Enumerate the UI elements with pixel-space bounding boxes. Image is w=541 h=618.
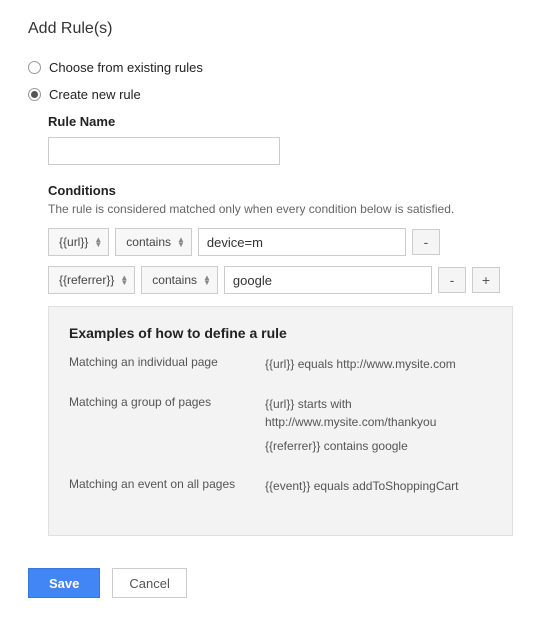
save-button[interactable]: Save: [28, 568, 100, 598]
operator-select-value: contains: [126, 235, 171, 249]
examples-box: Examples of how to define a rule Matchin…: [48, 306, 513, 536]
example-value: {{event}} equals addToShoppingCart: [265, 477, 492, 501]
chevron-updown-icon: ▲▼: [94, 237, 102, 247]
radio-icon: [28, 61, 41, 74]
rule-mode-group: Choose from existing rules Create new ru…: [28, 60, 513, 102]
macro-select-value: {{referrer}}: [59, 273, 114, 287]
example-line: {{url}} starts with http://www.mysite.co…: [265, 395, 492, 431]
example-line: {{referrer}} contains google: [265, 437, 492, 455]
chevron-updown-icon: ▲▼: [120, 275, 128, 285]
conditions-help: The rule is considered matched only when…: [48, 202, 513, 216]
condition-row: {{url}} ▲▼ contains ▲▼ -: [48, 228, 513, 256]
condition-value-input[interactable]: [224, 266, 432, 294]
rule-name-input[interactable]: [48, 137, 280, 165]
operator-select[interactable]: contains ▲▼: [141, 266, 218, 294]
condition-value-input[interactable]: [198, 228, 406, 256]
radio-existing-rules[interactable]: Choose from existing rules: [28, 60, 513, 75]
remove-condition-button[interactable]: -: [438, 267, 466, 293]
examples-title: Examples of how to define a rule: [69, 325, 492, 341]
example-row: Matching an individual page {{url}} equa…: [69, 355, 492, 379]
page-title: Add Rule(s): [28, 20, 513, 38]
chevron-updown-icon: ▲▼: [177, 237, 185, 247]
example-row: Matching an event on all pages {{event}}…: [69, 477, 492, 501]
macro-select[interactable]: {{url}} ▲▼: [48, 228, 109, 256]
example-line: {{url}} equals http://www.mysite.com: [265, 355, 492, 373]
radio-icon: [28, 88, 41, 101]
rule-name-label: Rule Name: [48, 114, 513, 129]
create-rule-section: Rule Name Conditions The rule is conside…: [48, 114, 513, 536]
example-line: {{event}} equals addToShoppingCart: [265, 477, 492, 495]
example-label: Matching an individual page: [69, 355, 249, 379]
example-value: {{url}} equals http://www.mysite.com: [265, 355, 492, 379]
radio-label: Choose from existing rules: [49, 60, 203, 75]
operator-select-value: contains: [152, 273, 197, 287]
macro-select-value: {{url}}: [59, 235, 88, 249]
cancel-button[interactable]: Cancel: [112, 568, 186, 598]
add-condition-button[interactable]: +: [472, 267, 500, 293]
example-value: {{url}} starts with http://www.mysite.co…: [265, 395, 492, 461]
conditions-label: Conditions: [48, 183, 513, 198]
chevron-updown-icon: ▲▼: [203, 275, 211, 285]
radio-label: Create new rule: [49, 87, 141, 102]
example-row: Matching a group of pages {{url}} starts…: [69, 395, 492, 461]
radio-create-new[interactable]: Create new rule: [28, 87, 513, 102]
dialog-actions: Save Cancel: [28, 568, 513, 598]
example-label: Matching a group of pages: [69, 395, 249, 461]
remove-condition-button[interactable]: -: [412, 229, 440, 255]
macro-select[interactable]: {{referrer}} ▲▼: [48, 266, 135, 294]
operator-select[interactable]: contains ▲▼: [115, 228, 192, 256]
condition-row: {{referrer}} ▲▼ contains ▲▼ - +: [48, 266, 513, 294]
example-label: Matching an event on all pages: [69, 477, 249, 501]
